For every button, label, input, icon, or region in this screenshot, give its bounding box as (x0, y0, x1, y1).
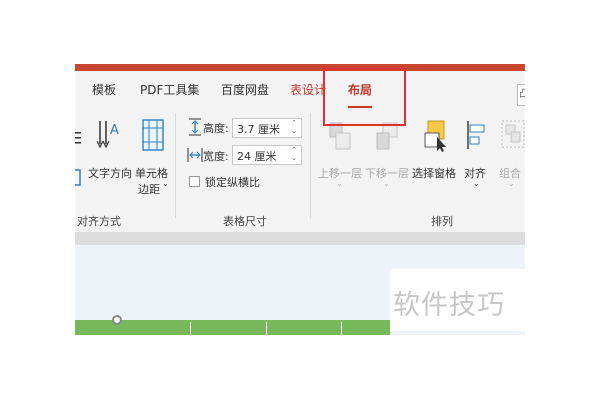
text-direction-label: 文字方向 (88, 167, 132, 180)
selection-pane-icon (424, 120, 446, 152)
width-icon (187, 148, 203, 162)
tab-pdf-tools[interactable]: PDF工具集 (140, 81, 199, 98)
lock-ratio-checkbox[interactable] (189, 176, 200, 187)
active-tab-underline (348, 106, 372, 108)
watermark-text: 软件技巧 (393, 290, 505, 321)
table-header-row[interactable] (75, 320, 390, 335)
cell-margin-button[interactable]: 单元格 边距 ⌄ (135, 115, 171, 205)
cell-align-icon[interactable] (75, 169, 85, 187)
group-separator (310, 113, 311, 218)
cell-margin-label-2: 边距 (138, 183, 160, 196)
share-icon[interactable]: 凸 (517, 84, 525, 106)
chevron-down-icon: ⌄ (383, 179, 390, 188)
chevron-down-icon: ⌄ (336, 179, 343, 188)
height-input[interactable]: 3.7 厘米 ⌃ ⌄ (232, 118, 302, 138)
selection-pane-label: 选择窗格 (412, 167, 456, 180)
column-divider (341, 322, 342, 335)
width-value: 24 厘米 (237, 150, 277, 163)
tab-templates[interactable]: 模板 (92, 81, 116, 98)
selection-pane-button[interactable]: 选择窗格 (412, 115, 458, 195)
ribbon-panel: A 文字方向 单元格 边距 ⌄ 对齐方式 高度: 3.7 厘米 ⌃ ⌄ 宽度: … (75, 109, 525, 232)
spinner-arrows-icon[interactable]: ⌃ ⌄ (289, 146, 299, 164)
height-icon (189, 118, 201, 136)
text-direction-icon: A (97, 121, 119, 149)
bring-forward-icon (329, 122, 351, 150)
ribbon-tab-bar: 模板 PDF工具集 百度网盘 表设计 布局 凸 (75, 71, 525, 109)
alignment-group-label: 对齐方式 (77, 215, 121, 228)
text-direction-button[interactable]: A 文字方向 (88, 115, 132, 195)
title-bar-strip (75, 64, 525, 71)
height-value: 3.7 厘米 (237, 123, 280, 136)
align-lines-icon[interactable] (75, 131, 87, 145)
group-button[interactable]: 组合 ⌄ (496, 115, 525, 195)
width-label: 宽度: (203, 150, 229, 163)
column-divider (190, 322, 191, 335)
resize-handle[interactable] (112, 315, 122, 325)
group-icon (501, 120, 525, 148)
arrange-group-label: 排列 (431, 215, 453, 228)
group-separator (175, 113, 176, 218)
chevron-down-icon: ⌄ (162, 179, 169, 188)
chevron-down-icon: ⌄ (473, 179, 480, 188)
bring-forward-button[interactable]: 上移一层 ⌄ (318, 115, 362, 195)
lock-ratio-label: 锁定纵横比 (205, 176, 260, 189)
send-backward-button[interactable]: 下移一层 ⌄ (365, 115, 409, 195)
tab-layout[interactable]: 布局 (348, 81, 372, 98)
align-icon (467, 121, 485, 149)
column-divider (266, 322, 267, 335)
send-backward-icon (376, 122, 398, 150)
chevron-down-icon: ⌄ (508, 179, 515, 188)
height-label: 高度: (203, 122, 229, 135)
align-button[interactable]: 对齐 ⌄ (462, 115, 492, 195)
width-input[interactable]: 24 厘米 ⌃ ⌄ (232, 145, 302, 165)
svg-text:A: A (110, 123, 119, 138)
spinner-arrows-icon[interactable]: ⌃ ⌄ (289, 119, 299, 137)
table-size-group-label: 表格尺寸 (223, 215, 267, 228)
tab-table-design[interactable]: 表设计 (290, 81, 326, 98)
cell-margin-icon (142, 119, 164, 151)
tab-baidu-netdisk[interactable]: 百度网盘 (221, 81, 269, 98)
